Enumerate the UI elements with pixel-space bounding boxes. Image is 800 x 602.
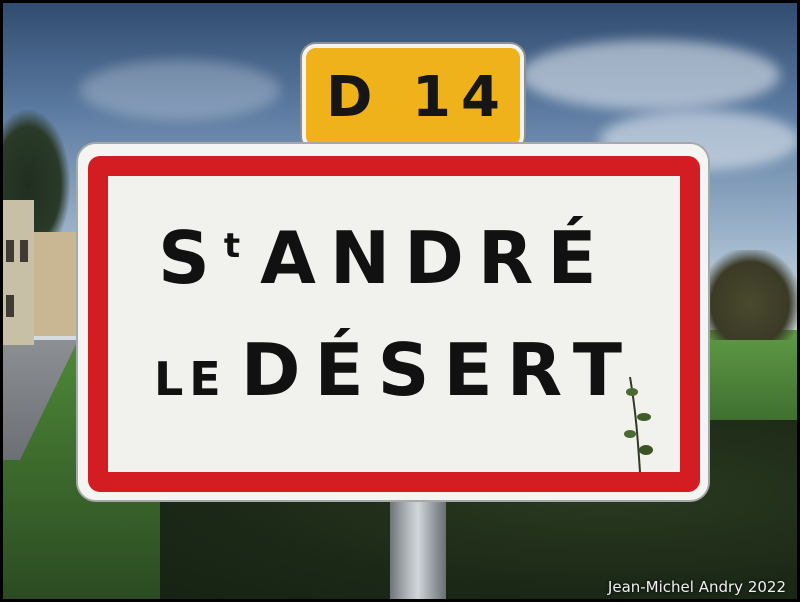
town-word-andre: ANDRÉ <box>260 216 611 300</box>
house <box>0 200 34 345</box>
saint-letter: S <box>158 216 224 300</box>
town-sign-border <box>88 156 700 492</box>
town-word-le: LE <box>154 352 227 406</box>
window <box>6 295 14 317</box>
bush <box>700 250 800 340</box>
house <box>32 232 78 336</box>
plant-branch <box>624 376 653 472</box>
cloud <box>80 60 280 120</box>
town-name-line-1: St ANDRÉ <box>158 222 611 294</box>
town-word-desert: DÉSERT <box>240 328 637 412</box>
grass-field-right <box>700 330 800 420</box>
photo-credit: Jean-Michel Andry 2022 <box>607 578 786 596</box>
window <box>6 240 14 262</box>
saint-superscript: t <box>223 226 243 266</box>
route-plate: D 14 <box>302 44 524 150</box>
route-number: D 14 <box>326 64 510 130</box>
window <box>20 240 28 262</box>
town-name-line-2: LE DÉSERT <box>154 334 636 406</box>
photo: D 14 St ANDRÉ LE DÉSERT Jean-Michel Andry … <box>0 0 800 602</box>
cloud <box>520 40 780 110</box>
